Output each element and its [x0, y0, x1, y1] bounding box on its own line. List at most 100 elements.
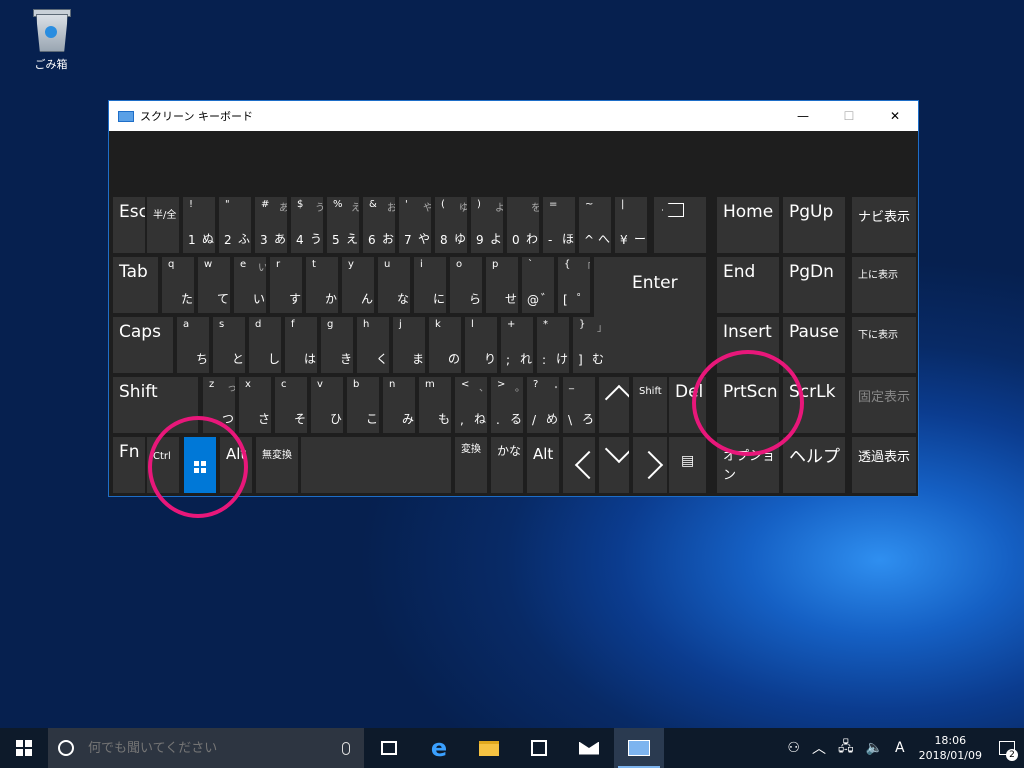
key-arrow-right[interactable] — [633, 437, 667, 493]
on-screen-keyboard-taskbar-button[interactable] — [614, 728, 664, 768]
key-kana[interactable]: かな — [491, 437, 523, 493]
key-row2-7[interactable]: iに — [414, 257, 446, 313]
key-pgup[interactable]: PgUp — [783, 197, 845, 253]
key-pgdn[interactable]: PgDn — [783, 257, 845, 313]
network-icon[interactable]: 🖧 — [832, 736, 860, 760]
key-row4-2[interactable]: cそ — [275, 377, 307, 433]
key-move-up[interactable]: 上に表示 — [852, 257, 916, 313]
key-move-down[interactable]: 下に表示 — [852, 317, 916, 373]
key-esc[interactable]: Esc — [113, 197, 145, 253]
key-shift-right[interactable]: Shift — [633, 377, 667, 433]
search-input[interactable] — [86, 739, 342, 757]
key-row4-10[interactable]: _ \ ろ — [563, 377, 595, 433]
key-row3-7[interactable]: kの — [429, 317, 461, 373]
key-row1-9[interactable]: を 0わ — [507, 197, 539, 253]
key-space[interactable] — [301, 437, 451, 493]
key-row3-5[interactable]: hく — [357, 317, 389, 373]
mail-button[interactable] — [564, 728, 614, 768]
key-fix-show[interactable]: 固定表示 — [852, 377, 916, 433]
key-menu[interactable]: ▤ — [669, 437, 706, 493]
key-row2-10[interactable]: ` @ ゛ — [522, 257, 554, 313]
key-row1-2[interactable]: # あ 3 あ — [255, 197, 287, 253]
key-row3-1[interactable]: sと — [213, 317, 245, 373]
key-transparent[interactable]: 透過表示 — [852, 437, 916, 493]
key-row1-8[interactable]: ) よ 9 よ — [471, 197, 503, 253]
key-fn[interactable]: Fn — [113, 437, 145, 493]
key-help[interactable]: ヘルプ — [783, 437, 845, 493]
key-row1-3[interactable]: $ う 4 う — [291, 197, 323, 253]
key-row2-2[interactable]: eいい — [234, 257, 266, 313]
key-tab[interactable]: Tab — [113, 257, 158, 313]
search-box[interactable] — [48, 728, 364, 768]
key-arrow-down[interactable] — [599, 437, 629, 493]
key-row4-5[interactable]: nみ — [383, 377, 415, 433]
key-row2-9[interactable]: pせ — [486, 257, 518, 313]
close-button[interactable]: ✕ — [872, 101, 918, 131]
key-arrow-up[interactable] — [599, 377, 629, 433]
key-muhenkan[interactable]: 無変換 — [256, 437, 298, 493]
store-button[interactable] — [514, 728, 564, 768]
key-home[interactable]: Home — [717, 197, 779, 253]
window-titlebar[interactable]: スクリーン キーボード — ☐ ✕ — [109, 101, 918, 131]
key-row4-4[interactable]: bこ — [347, 377, 379, 433]
key-row1-11[interactable]: ~ ^ へ — [579, 197, 611, 253]
key-nav-show[interactable]: ナビ表示 — [852, 197, 916, 253]
key-row3-0[interactable]: aち — [177, 317, 209, 373]
key-legend-tl: # — [261, 199, 270, 210]
key-row1-12[interactable]: | ¥ ー — [615, 197, 647, 253]
file-explorer-button[interactable] — [464, 728, 514, 768]
key-row2-4[interactable]: tか — [306, 257, 338, 313]
key-row4-9[interactable]: ? ・ / め — [527, 377, 559, 433]
key-end[interactable]: End — [717, 257, 779, 313]
key-row1-10[interactable]: = - ほ — [543, 197, 575, 253]
key-row1-7[interactable]: (ゆ 8 ゆ — [435, 197, 467, 253]
key-row3-11[interactable]: } 」] む — [573, 317, 605, 373]
key-row2-5[interactable]: yん — [342, 257, 374, 313]
key-pause[interactable]: Pause — [783, 317, 845, 373]
start-button[interactable] — [0, 728, 48, 768]
key-row1-1[interactable]: " 2 ふ — [219, 197, 251, 253]
key-row4-1[interactable]: xさ — [239, 377, 271, 433]
key-row3-10[interactable]: *: け — [537, 317, 569, 373]
key-row2-0[interactable]: qた — [162, 257, 194, 313]
key-row1-4[interactable]: % え 5 え — [327, 197, 359, 253]
key-row2-6[interactable]: uな — [378, 257, 410, 313]
volume-icon[interactable]: 🔈 — [860, 740, 889, 756]
key-caps[interactable]: Caps — [113, 317, 173, 373]
key-row1-5[interactable]: & お 6 お — [363, 197, 395, 253]
key-enter[interactable]: Enter — [594, 257, 706, 373]
action-center-button[interactable]: 2 — [990, 728, 1024, 768]
clock[interactable]: 18:06 2018/01/09 — [911, 733, 990, 763]
key-alt-right[interactable]: Alt — [527, 437, 559, 493]
chevron-up-icon[interactable]: ︿ — [806, 738, 832, 758]
key-row2-11[interactable]: {「 [゜ — [558, 257, 590, 313]
microphone-icon[interactable] — [342, 741, 350, 755]
key-row3-9[interactable]: +; れ — [501, 317, 533, 373]
key-row3-6[interactable]: jま — [393, 317, 425, 373]
key-row3-8[interactable]: lり — [465, 317, 497, 373]
recycle-bin-shortcut[interactable]: ごみ箱 — [22, 6, 80, 72]
key-row2-1[interactable]: wて — [198, 257, 230, 313]
ime-indicator[interactable]: A — [889, 740, 911, 756]
key-backspace[interactable] — [654, 197, 706, 253]
maximize-button[interactable]: ☐ — [826, 101, 872, 131]
task-view-button[interactable] — [364, 728, 414, 768]
key-row4-6[interactable]: mも — [419, 377, 451, 433]
key-row2-8[interactable]: oら — [450, 257, 482, 313]
key-row3-4[interactable]: gき — [321, 317, 353, 373]
key-row3-2[interactable]: dし — [249, 317, 281, 373]
key-row1-6[interactable]: ' や 7 や — [399, 197, 431, 253]
key-arrow-left[interactable] — [563, 437, 595, 493]
key-row3-3[interactable]: fは — [285, 317, 317, 373]
key-row4-8[interactable]: > 。. る — [491, 377, 523, 433]
people-icon[interactable]: ⚇ — [781, 740, 806, 756]
minimize-button[interactable]: — — [780, 101, 826, 131]
key-row4-7[interactable]: < 、, ね — [455, 377, 487, 433]
key-row1-0[interactable]: ! 1 ぬ — [183, 197, 215, 253]
key-legend-tl: g — [327, 319, 334, 330]
key-hankaku[interactable]: 半/全 — [147, 197, 179, 253]
key-henkan[interactable]: 変換 — [455, 437, 487, 493]
edge-button[interactable]: e — [414, 728, 464, 768]
key-row2-3[interactable]: rす — [270, 257, 302, 313]
key-row4-3[interactable]: vひ — [311, 377, 343, 433]
